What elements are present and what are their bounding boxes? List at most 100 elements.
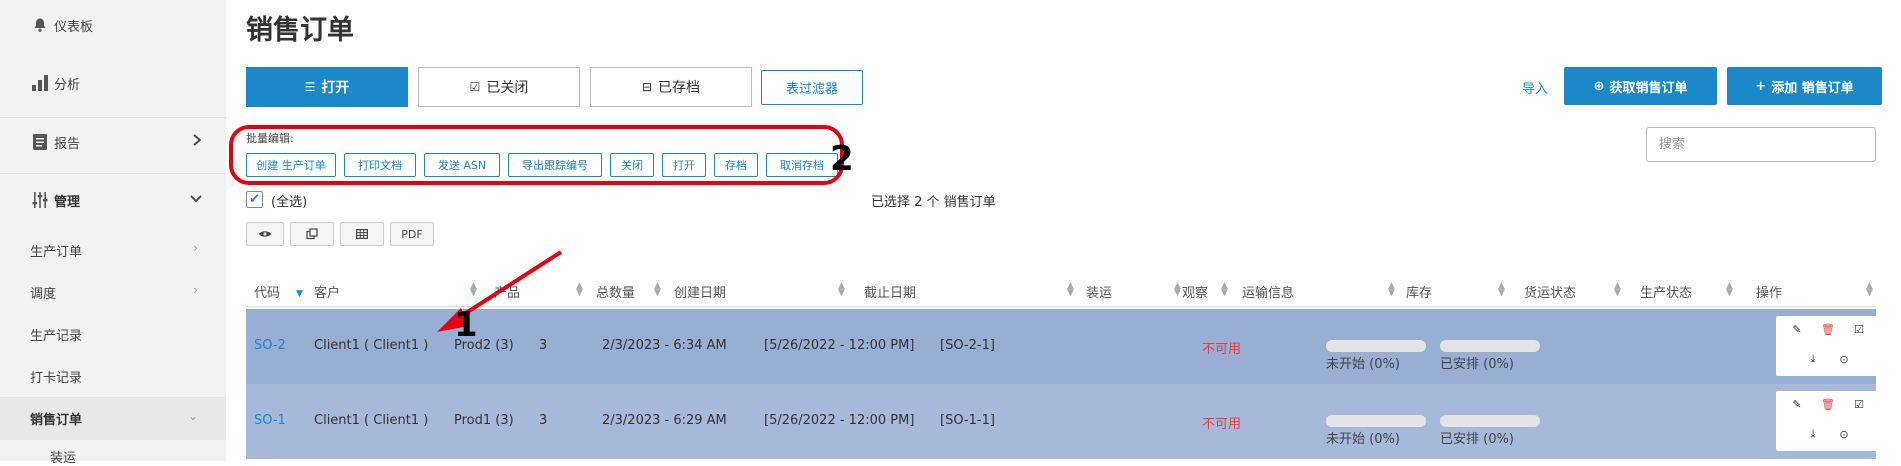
download-icon[interactable]: ⤓ [1802, 425, 1824, 443]
column-header-code[interactable]: 代码 [254, 282, 280, 301]
table-icon[interactable] [340, 222, 384, 246]
row-actions: ✎ 🗑 ☑ ⤓ ⊙ [1776, 316, 1879, 376]
chevron-right-icon [192, 134, 202, 150]
column-header-created[interactable]: 创建日期 [674, 282, 726, 301]
annotation-label-2: 2 [830, 139, 854, 179]
list-icon: ☰ [304, 80, 316, 94]
select-all-label: (全选) [271, 195, 308, 210]
row-actions: ✎ 🗑 ☑ ⤓ ⊙ [1776, 391, 1879, 451]
stock-status-cell: 不可用 [1202, 417, 1242, 432]
sidebar-item-label: 仪表板 [54, 19, 94, 35]
sidebar-item-label: 生产订单 [30, 245, 83, 260]
tab-label: 已关闭 [486, 80, 529, 96]
download-icon[interactable]: ⤓ [1802, 350, 1824, 368]
highlight-box [229, 125, 844, 185]
column-header-observation[interactable]: 观察 [1182, 282, 1208, 301]
stock-status-cell: 不可用 [1202, 342, 1242, 357]
trash-icon[interactable]: 🗑 [1817, 395, 1839, 413]
shipping-progress-bar [1326, 415, 1426, 427]
customer-cell: Client1 ( Client1 ) [314, 338, 429, 353]
sidebar-item-analysis[interactable]: 分析 [0, 72, 226, 94]
check-square-icon[interactable]: ☑ [1848, 395, 1870, 413]
sort-desc-icon: ▼ [296, 289, 303, 299]
sidebar-item-label: 调度 [30, 287, 57, 302]
chevron-right-icon: › [193, 283, 198, 297]
table-filter-button[interactable]: 表过滤器 [761, 70, 863, 105]
sort-icon: ▲ ▼ [576, 281, 583, 298]
column-header-transport-info[interactable]: 运输信息 [1242, 282, 1294, 301]
sort-icon: ▲ ▼ [1614, 281, 1621, 298]
column-header-deadline[interactable]: 截止日期 [864, 282, 916, 301]
tab-closed[interactable]: ☑ 已关闭 [418, 67, 580, 107]
bell-icon [30, 15, 50, 35]
sort-icon: ▲ ▼ [838, 281, 845, 298]
fetch-sales-orders-button[interactable]: ⊕ 获取销售订单 [1564, 67, 1717, 105]
main-content: 销售订单 ☰ 打开 ☑ 已关闭 ⊟ 已存档 表过滤器 导入 ⊕ 获取销售订单 +… [226, 0, 1901, 461]
plus-circle-icon: ⊕ [1593, 78, 1605, 94]
production-status-label: 已安排 (0%) [1440, 357, 1514, 372]
created-date-cell: 2/3/2023 - 6:29 AM [602, 413, 727, 428]
sort-icon: ▲ ▼ [1174, 281, 1181, 298]
sidebar-item-reports[interactable]: 报告 [0, 131, 226, 153]
sidebar: 仪表板 分析 报告 管理 生产订单 › 调度 › 生产记录 打卡记录 销售订单 … [0, 0, 226, 466]
quantity-cell: 3 [539, 413, 548, 428]
sidebar-item-label: 装运 [50, 451, 77, 466]
divider [0, 173, 226, 174]
sort-icon: ▲ ▼ [1221, 281, 1228, 298]
sidebar-item-label: 打卡记录 [30, 371, 83, 386]
shipping-status-label: 未开始 (0%) [1326, 432, 1400, 447]
info-circle-icon[interactable]: ⊙ [1833, 425, 1855, 443]
deadline-cell: [5/26/2022 - 12:00 PM] [764, 413, 915, 428]
shipping-cell: [SO-1-1] [940, 413, 995, 428]
sort-icon: ▲ ▼ [1726, 281, 1733, 298]
search-input[interactable] [1646, 127, 1876, 162]
tab-archived[interactable]: ⊟ 已存档 [590, 67, 752, 107]
sort-icon: ▲ ▼ [1498, 281, 1505, 298]
select-all-checkbox[interactable]: ✔ [246, 191, 263, 208]
sidebar-item-management[interactable]: 管理 [0, 189, 226, 211]
sidebar-item-label: 销售订单 [30, 413, 83, 428]
copy-icon[interactable] [290, 222, 334, 246]
sidebar-item-label: 生产记录 [30, 329, 83, 344]
column-header-stock[interactable]: 库存 [1406, 282, 1432, 301]
inbox-icon: ⊟ [641, 80, 653, 94]
chevron-down-icon: ⌄ [187, 409, 198, 423]
production-progress-bar [1440, 415, 1540, 427]
quantity-cell: 3 [539, 338, 548, 353]
edit-icon[interactable]: ✎ [1786, 320, 1808, 338]
order-code-link[interactable]: SO-1 [254, 413, 286, 428]
column-header-shipping-status[interactable]: 货运状态 [1524, 282, 1576, 301]
chevron-right-icon: › [193, 241, 198, 255]
eye-icon[interactable] [246, 222, 284, 246]
table-row[interactable]: SO-1 Client1 ( Client1 ) Prod1 (3) 3 2/3… [246, 384, 1879, 459]
column-header-actions: 操作 [1756, 286, 1783, 301]
edit-icon[interactable]: ✎ [1786, 395, 1808, 413]
column-header-shipping[interactable]: 装运 [1086, 282, 1112, 301]
sidebar-item-dashboard[interactable]: 仪表板 [0, 14, 226, 36]
column-header-production-status[interactable]: 生产状态 [1640, 282, 1692, 301]
shipping-progress-bar [1326, 340, 1426, 352]
page-title: 销售订单 [246, 15, 354, 46]
pdf-button[interactable]: PDF [390, 222, 434, 246]
sort-icon: ▲ ▼ [1866, 281, 1873, 298]
column-header-total-qty[interactable]: 总数量 [596, 282, 635, 301]
info-circle-icon[interactable]: ⊙ [1833, 350, 1855, 368]
tab-open[interactable]: ☰ 打开 [246, 67, 408, 107]
bar-chart-icon [30, 73, 50, 93]
button-label: 获取销售订单 [1609, 80, 1688, 96]
column-header-customer[interactable]: 客户 [314, 282, 340, 301]
add-sales-order-button[interactable]: + 添加 销售订单 [1727, 67, 1882, 105]
trash-icon[interactable]: 🗑 [1817, 320, 1839, 338]
sidebar-item-label: 报告 [54, 136, 81, 152]
check-square-icon[interactable]: ☑ [1848, 320, 1870, 338]
tab-label: 打开 [321, 80, 350, 96]
plus-icon: + [1755, 78, 1767, 94]
production-progress-bar [1440, 340, 1540, 352]
shipping-cell: [SO-2-1] [940, 338, 995, 353]
order-code-link[interactable]: SO-2 [254, 338, 286, 353]
check-square-icon: ☑ [469, 80, 481, 94]
document-icon [30, 132, 50, 152]
sliders-icon [30, 190, 50, 210]
sidebar-item-label: 管理 [54, 194, 81, 210]
import-link[interactable]: 导入 [1522, 78, 1548, 97]
